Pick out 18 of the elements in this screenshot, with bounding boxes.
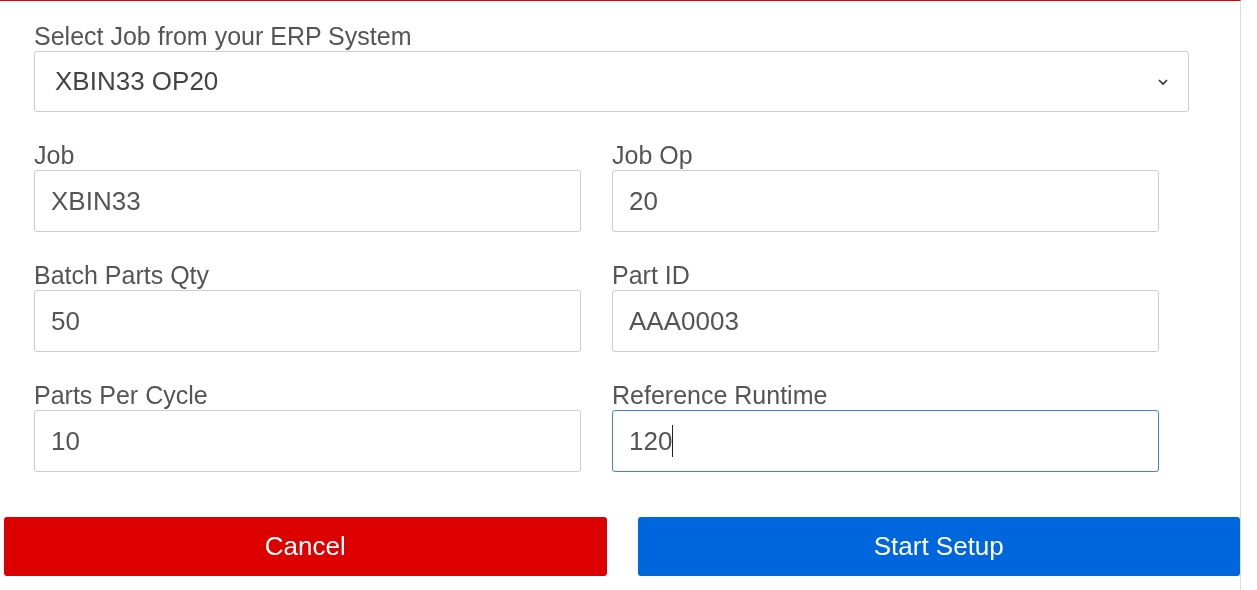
chevron-down-icon — [1158, 77, 1168, 86]
field-label: Job Op — [612, 140, 694, 170]
start-button[interactable]: Start Setup — [637, 517, 1240, 576]
select-value: XBIN33 OP20 — [55, 65, 219, 98]
field-label: Parts Per Cycle — [34, 380, 209, 410]
field-label: Batch Parts Qty — [34, 260, 211, 290]
field-label: Select Job from your ERP System — [34, 21, 413, 51]
job-select[interactable]: XBIN33 OP20 — [34, 51, 1189, 112]
input-field[interactable]: 10 — [34, 410, 581, 472]
field-label: Job — [34, 140, 76, 170]
input-field[interactable]: 120 — [612, 410, 1159, 472]
field-label: Part ID — [612, 260, 691, 290]
field-label: Reference Runtime — [612, 380, 829, 410]
cancel-button[interactable]: Cancel — [4, 517, 607, 576]
input-field[interactable]: XBIN33 — [34, 170, 581, 232]
input-field[interactable]: 50 — [34, 290, 581, 352]
input-field[interactable]: 20 — [612, 170, 1159, 232]
input-field[interactable]: AAA0003 — [612, 290, 1159, 352]
